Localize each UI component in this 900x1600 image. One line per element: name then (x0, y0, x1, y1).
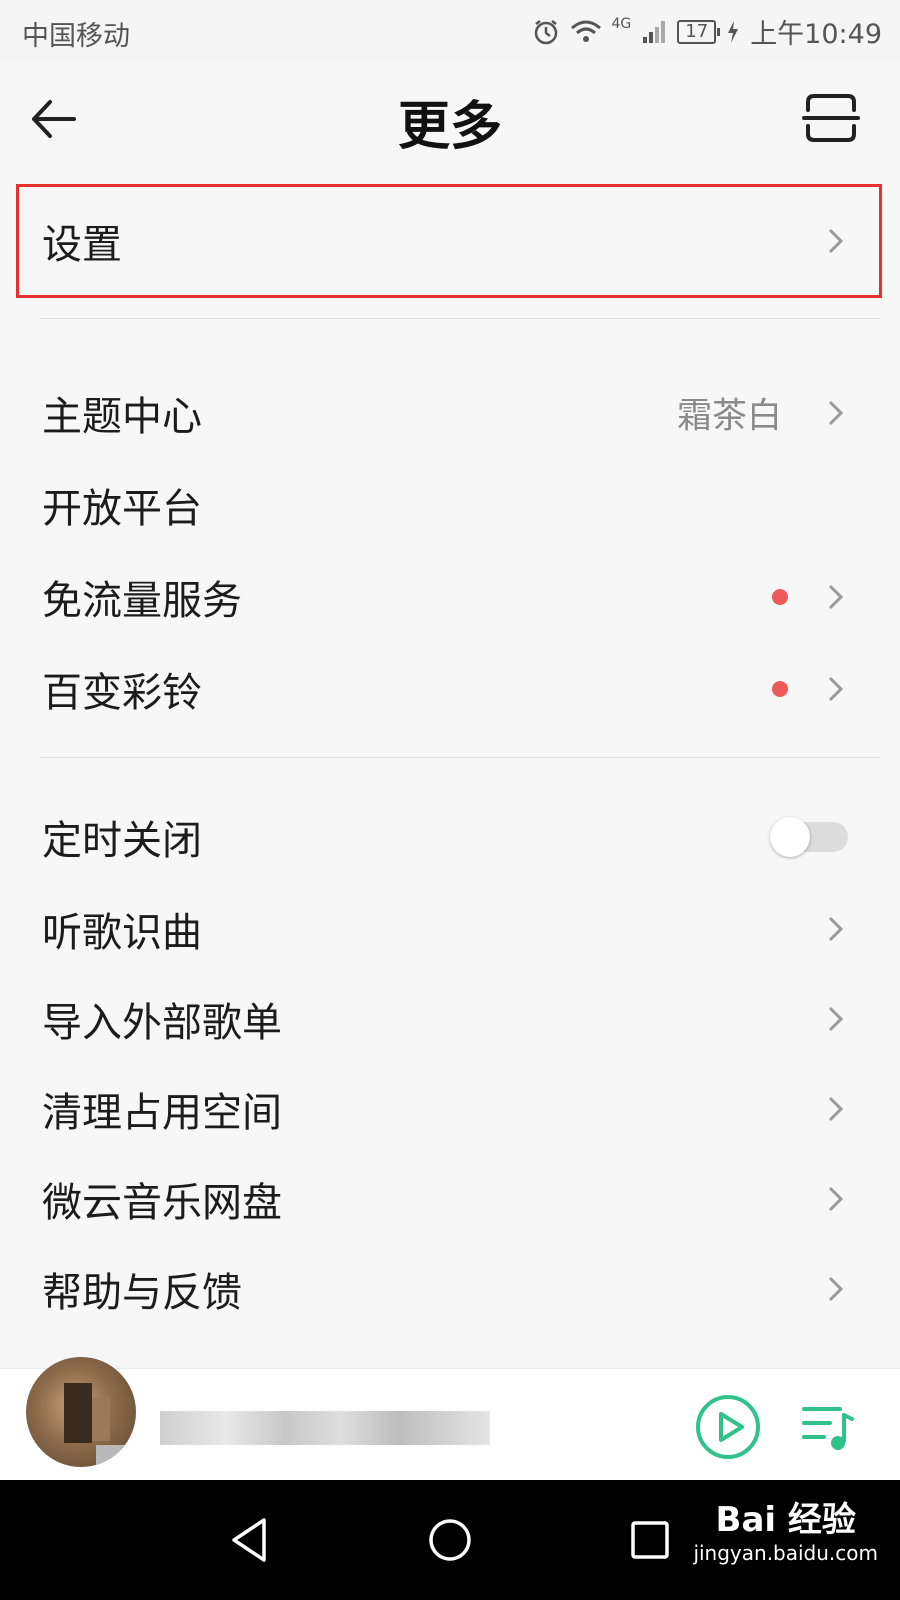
menu-item-help-feedback[interactable]: 帮助与反馈 (0, 1244, 900, 1334)
menu-item-label: 帮助与反馈 (42, 1270, 242, 1316)
menu-item-ringtone[interactable]: 百变彩铃 (0, 644, 900, 734)
wifi-icon (570, 20, 601, 42)
chevron-right-icon (828, 916, 844, 942)
album-cover[interactable] (26, 1357, 136, 1467)
menu-item-sleep-timer[interactable]: 定时关闭 (0, 792, 900, 882)
sleep-timer-toggle[interactable] (770, 817, 848, 857)
chevron-right-icon (828, 228, 844, 254)
toggle-knob (770, 817, 810, 857)
watermark-url: jingyan.baidu.com (693, 1541, 878, 1565)
menu-item-song-recognition[interactable]: 听歌识曲 (0, 884, 900, 974)
menu-item-cloud-music-drive[interactable]: 微云音乐网盘 (0, 1154, 900, 1244)
menu-item-label: 百变彩铃 (42, 670, 202, 716)
settings-label: 设置 (42, 222, 122, 268)
page-title: 更多 (397, 97, 502, 157)
chevron-right-icon (828, 1186, 844, 1212)
divider (40, 318, 880, 319)
menu-item-label: 定时关闭 (42, 818, 202, 864)
nav-back-icon[interactable] (220, 1510, 280, 1570)
chevron-right-icon (828, 1276, 844, 1302)
play-button-icon[interactable] (694, 1393, 762, 1461)
divider (40, 757, 880, 758)
status-bar: 中国移动 4G 17 上午10:49 (0, 0, 900, 62)
battery-indicator: 17 (677, 19, 721, 44)
watermark: Bai 经验 jingyan.baidu.com (693, 1492, 878, 1565)
alarm-icon (534, 19, 557, 44)
status-icons: 4G 17 上午10:49 (532, 12, 882, 51)
nav-recents-icon[interactable] (620, 1510, 680, 1570)
theme-value: 霜茶白 (676, 396, 782, 437)
watermark-main: Bai 经验 (715, 1500, 856, 1540)
menu-item-label: 清理占用空间 (42, 1090, 282, 1136)
charging-icon (728, 20, 739, 43)
network-type-label: 4G (611, 15, 632, 32)
page-header: 更多 (0, 62, 900, 172)
menu-item-clean-storage[interactable]: 清理占用空间 (0, 1064, 900, 1154)
menu-item-theme-center[interactable]: 主题中心 霜茶白 (0, 368, 900, 458)
menu-item-label: 开放平台 (42, 486, 202, 532)
notification-dot (772, 589, 788, 605)
time-label: 上午10:49 (750, 19, 882, 50)
chevron-right-icon (828, 1096, 844, 1122)
notification-dot (772, 681, 788, 697)
chevron-right-icon (828, 1006, 844, 1032)
chevron-right-icon (828, 400, 844, 426)
playlist-icon[interactable] (800, 1401, 856, 1453)
menu-item-label: 主题中心 (42, 394, 202, 440)
menu-item-label: 听歌识曲 (42, 910, 202, 956)
menu-item-label: 微云音乐网盘 (42, 1180, 282, 1226)
settings-row[interactable]: 设置 (0, 196, 900, 286)
system-nav-bar: Bai 经验 jingyan.baidu.com (0, 1480, 900, 1600)
nav-home-icon[interactable] (420, 1510, 480, 1570)
menu-item-free-data-service[interactable]: 免流量服务 (0, 552, 900, 642)
carrier-label: 中国移动 (22, 21, 130, 52)
menu-item-open-platform[interactable]: 开放平台 (0, 460, 900, 550)
song-title[interactable]: 如此 (160, 1411, 490, 1445)
chevron-right-icon (828, 584, 844, 610)
mini-player[interactable]: 如此 (0, 1357, 900, 1481)
menu-item-label: 免流量服务 (42, 578, 242, 624)
signal-icon (643, 20, 666, 43)
scan-icon[interactable] (802, 92, 860, 144)
chevron-right-icon (828, 676, 844, 702)
menu-item-import-playlist[interactable]: 导入外部歌单 (0, 974, 900, 1064)
menu-item-label: 导入外部歌单 (42, 1000, 282, 1046)
